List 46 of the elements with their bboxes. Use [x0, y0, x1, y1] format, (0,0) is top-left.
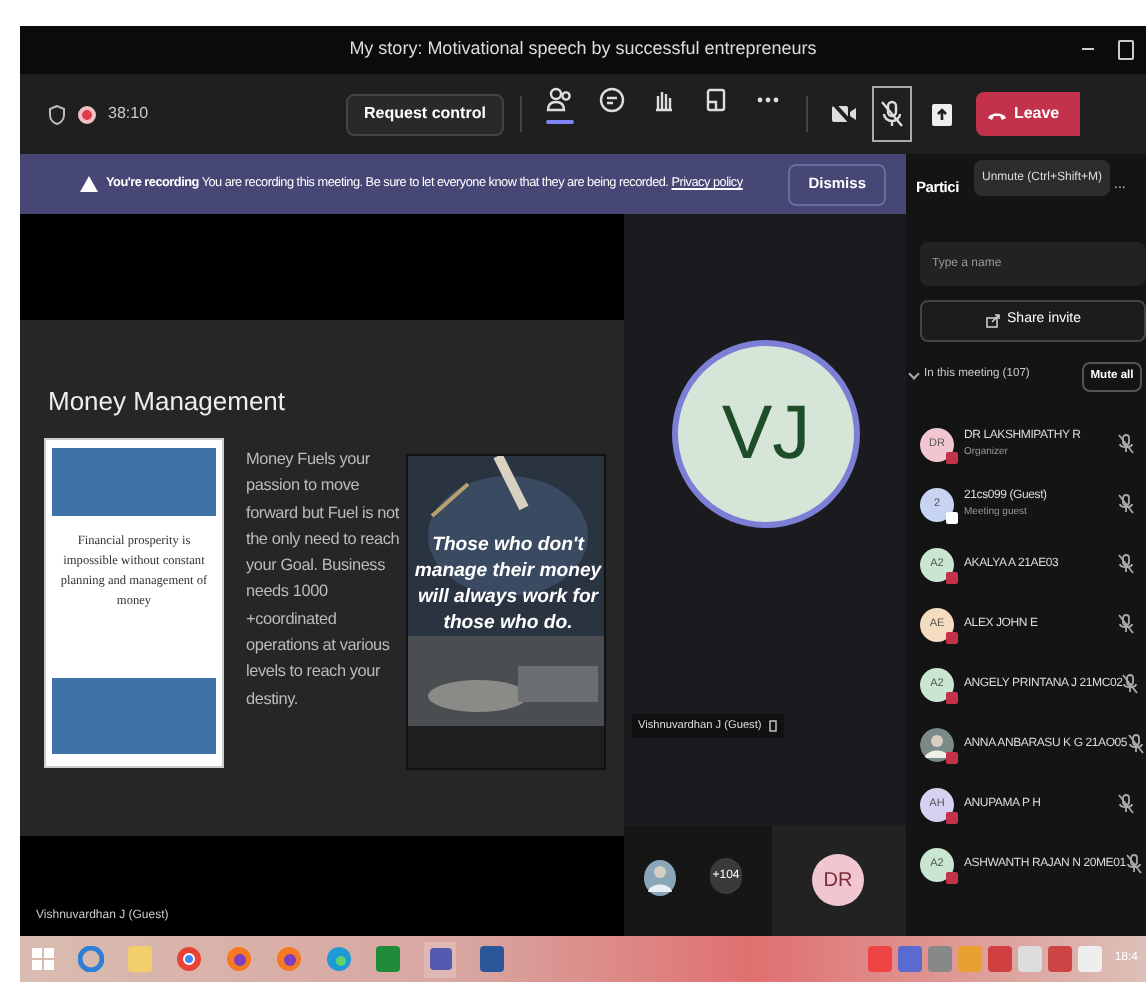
browser-icon[interactable]: [176, 946, 202, 972]
rooms-icon[interactable]: [701, 86, 730, 114]
browser-icon[interactable]: [226, 946, 252, 972]
avatar: VJ: [672, 340, 860, 528]
document-icon[interactable]: [480, 946, 504, 972]
tray-icon[interactable]: [898, 946, 923, 972]
mic-off-icon: [1125, 854, 1142, 874]
mic-off-icon: [1127, 734, 1144, 754]
warning-icon: [80, 176, 98, 192]
window-title: My story: Motivational speech by successful entrepreneurs: [349, 36, 817, 63]
camera-off-icon: [829, 102, 858, 126]
meeting-timer: 38:10: [108, 102, 149, 126]
quote-text: Those who don't manage their money will always work for those who do.: [412, 532, 604, 636]
people-icon[interactable]: [545, 86, 574, 114]
tray-icon[interactable]: [928, 946, 953, 972]
teams-icon[interactable]: [424, 941, 456, 977]
tray-icon[interactable]: [1078, 946, 1103, 972]
mic-off-icon: [1118, 434, 1134, 454]
leave-button[interactable]: Leave: [975, 92, 1080, 136]
slide-title: Money Management: [48, 384, 286, 420]
expand-caret[interactable]: [908, 369, 920, 381]
mic-off-icon: [1118, 554, 1134, 574]
tray-icon[interactable]: [868, 946, 893, 972]
request-control-button[interactable]: Request control: [346, 93, 504, 135]
mic-off-icon: [1118, 794, 1134, 814]
browser-icon[interactable]: [326, 946, 352, 972]
mic-off-icon: [1118, 614, 1134, 634]
recording-indicator: [78, 105, 96, 123]
share-icon[interactable]: [931, 103, 952, 125]
chat-icon[interactable]: [597, 86, 626, 114]
tray-icon[interactable]: [1048, 946, 1073, 972]
windows-icon[interactable]: [32, 948, 54, 970]
phone-icon: [987, 109, 1006, 119]
shield-icon: [48, 103, 66, 125]
mic-off-icon: [1118, 494, 1134, 514]
share-icon: [985, 314, 1000, 328]
screen-icon: [767, 720, 778, 732]
mic-off-icon: [1122, 674, 1139, 694]
mic-button[interactable]: [871, 86, 912, 142]
maximize-button[interactable]: [1118, 40, 1134, 60]
browser-icon[interactable]: [276, 946, 302, 972]
slide-body: Money Fuels your passion to move forward but Fuel is not the only need to reach your Goal. Business needs 1000 +coordinated operations at various levels to reach your destiny.: [246, 448, 400, 712]
mic-off-icon: [879, 100, 904, 128]
browser-icon[interactable]: [78, 946, 104, 972]
tray-icon[interactable]: [988, 946, 1013, 972]
tray-icon[interactable]: [1018, 946, 1043, 972]
